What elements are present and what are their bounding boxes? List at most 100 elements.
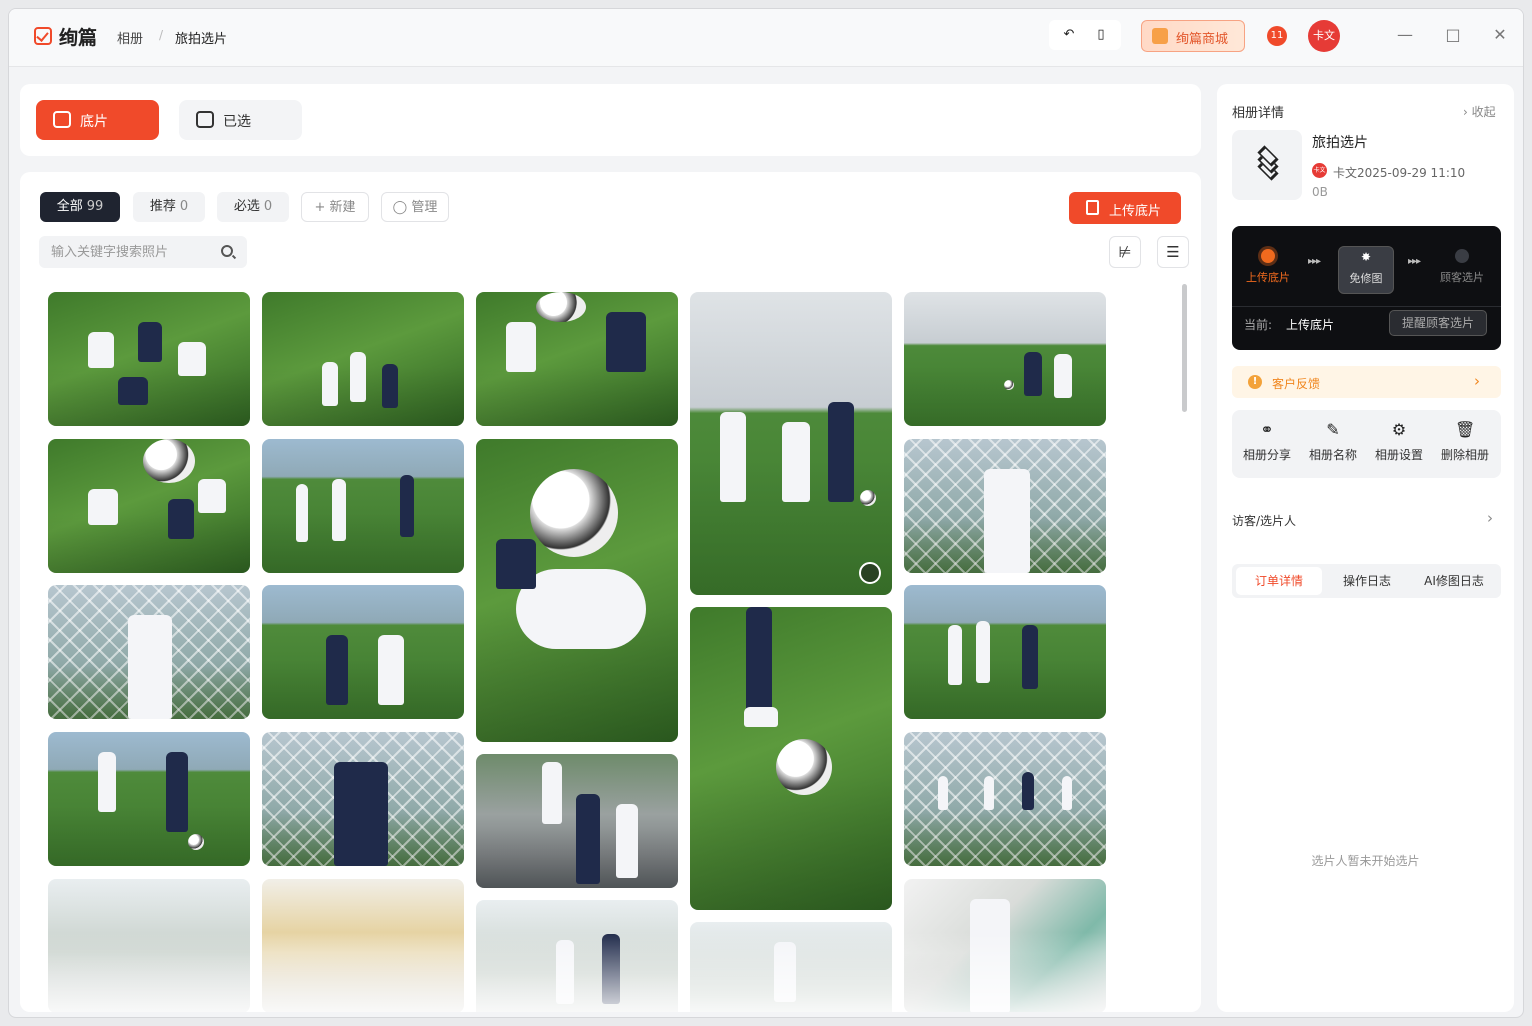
filter-recommended-label: 推荐 <box>149 199 176 214</box>
step-upload-label: 上传底片 <box>1246 271 1290 284</box>
plus-icon: + <box>314 200 330 215</box>
owner-avatar: 卡文 <box>1312 163 1327 178</box>
filter-recommended[interactable]: 推荐 0 <box>133 192 205 222</box>
tab-ai-retouch-log[interactable]: AI修图日志 <box>1411 567 1497 595</box>
step-customer-select-label: 顾客选片 <box>1440 271 1484 284</box>
search-box <box>39 236 247 268</box>
photo-thumbnail[interactable] <box>904 292 1106 426</box>
photo-thumbnail[interactable] <box>904 585 1106 719</box>
panel-title: 相册详情 <box>1232 106 1285 121</box>
photo-thumbnail[interactable] <box>904 439 1106 573</box>
chevron-right-icon[interactable]: › <box>1487 509 1493 527</box>
tab-operation-log[interactable]: 操作日志 <box>1324 567 1410 595</box>
upload-negatives-button[interactable]: 上传底片 <box>1069 192 1181 224</box>
customer-feedback-row[interactable]: ! 客户反馈 › <box>1232 366 1501 398</box>
filter-required-label: 必选 <box>233 199 260 214</box>
chevron-right-icon: › <box>1474 372 1480 390</box>
owner-time: 卡文2025-09-29 11:10 <box>1333 166 1466 180</box>
new-button[interactable]: + 新建 <box>301 192 369 222</box>
visitors-row[interactable]: 访客/选片人 <box>1232 512 1296 529</box>
filter-all-count: 99 <box>86 199 104 214</box>
photo-thumbnail[interactable] <box>48 732 250 866</box>
photo-thumbnail[interactable] <box>476 439 678 742</box>
album-actions: ⚭ 相册分享 ✎ 相册名称 ⚙ 相册设置 🗑 删除相册 <box>1232 410 1501 478</box>
user-avatar[interactable]: 卡文 <box>1308 20 1340 52</box>
delete-album-label: 删除相册 <box>1440 448 1489 462</box>
delete-album-button[interactable]: 🗑 删除相册 <box>1434 420 1496 470</box>
photo-thumbnail[interactable] <box>48 439 250 573</box>
step-arrow-icon: ▸▸▸ <box>1408 256 1421 267</box>
gear-icon: ⚙ <box>1391 420 1407 439</box>
filter-all-label: 全部 <box>56 199 83 214</box>
photo-thumbnail[interactable] <box>690 292 892 595</box>
search-input[interactable] <box>51 242 215 262</box>
album-size: 0B <box>1312 185 1328 199</box>
chevron-right-icon: › <box>1463 105 1472 119</box>
title-bar: 绚篇 相册 / 旅拍选片 ↶ ▯ 绚篇商城 11 卡文 — □ ✕ <box>9 9 1523 67</box>
maximize-icon[interactable]: □ <box>1441 23 1465 47</box>
filter-recommended-count: 0 <box>179 199 189 214</box>
photo-thumbnail[interactable] <box>476 754 678 888</box>
remind-customer-button[interactable]: 提醒顾客选片 <box>1389 310 1487 336</box>
step-dot-active <box>1261 249 1275 263</box>
divider <box>1232 306 1501 307</box>
filter-required-count: 0 <box>263 199 273 214</box>
new-button-label: 新建 <box>329 200 356 215</box>
mobile-icon[interactable]: ▯ <box>1092 26 1110 44</box>
mall-button-label: 绚篇商城 <box>1176 32 1229 47</box>
rename-album-button[interactable]: ✎ 相册名称 <box>1302 420 1364 470</box>
photo-thumbnail[interactable] <box>262 732 464 866</box>
album-name: 旅拍选片 <box>1312 135 1368 151</box>
photo-thumbnail[interactable] <box>690 607 892 910</box>
share-album-button[interactable]: ⚭ 相册分享 <box>1236 420 1298 470</box>
photo-thumbnail[interactable] <box>262 585 464 719</box>
search-icon[interactable] <box>221 245 233 257</box>
upload-button-label: 上传底片 <box>1109 204 1162 219</box>
rename-album-label: 相册名称 <box>1308 448 1357 462</box>
select-checkbox-icon[interactable] <box>859 562 881 584</box>
edit-icon: ✎ <box>1326 420 1340 439</box>
filter-all[interactable]: 全部 99 <box>40 192 120 222</box>
breadcrumb-separator: / <box>159 28 164 42</box>
detail-tabs: 订单详情 操作日志 AI修图日志 <box>1232 564 1501 598</box>
tab-negatives[interactable]: 底片 <box>36 100 159 140</box>
minimize-icon[interactable]: — <box>1393 23 1417 47</box>
manage-button-label: 管理 <box>411 200 438 215</box>
tab-negatives-label: 底片 <box>80 114 108 130</box>
notification-badge[interactable]: 11 <box>1267 26 1287 46</box>
app-name: 绚篇 <box>59 27 98 49</box>
layers-icon <box>1254 145 1282 181</box>
gallery-scrollbar[interactable] <box>1182 284 1187 412</box>
breadcrumb-albums[interactable]: 相册 <box>117 28 143 47</box>
view-tabs-card: 底片 已选 <box>20 84 1201 156</box>
photo-thumbnail[interactable] <box>48 292 250 426</box>
album-settings-button[interactable]: ⚙ 相册设置 <box>1368 420 1430 470</box>
tab-order-details[interactable]: 订单详情 <box>1236 567 1322 595</box>
filter-sort-icon[interactable]: ⊭ <box>1109 236 1141 268</box>
shop-icon <box>1152 28 1168 44</box>
workflow-status: 上传底片 ▸▸▸ ✸ 免修图 ▸▸▸ 顾客选片 当前: 上传底片 提醒顾客选片 <box>1232 226 1501 350</box>
step-no-retouch[interactable]: ✸ 免修图 <box>1338 246 1394 294</box>
step-customer-select: 顾客选片 <box>1434 246 1490 294</box>
toolbar-icon-group: ↶ ▯ <box>1049 20 1121 50</box>
menu-icon[interactable]: ☰ <box>1157 236 1189 268</box>
mall-button[interactable]: 绚篇商城 <box>1141 20 1245 52</box>
collapse-button[interactable]: › 收起 <box>1463 103 1496 120</box>
photo-thumbnail[interactable] <box>262 439 464 573</box>
step-no-retouch-label: 免修图 <box>1349 272 1383 285</box>
step-arrow-icon: ▸▸▸ <box>1308 256 1321 267</box>
album-detail-panel: 相册详情 › 收起 旅拍选片 卡文 卡文2025-09-29 11:10 0B … <box>1217 84 1514 1012</box>
photo-thumbnail[interactable] <box>904 732 1106 866</box>
manage-button[interactable]: ◯ 管理 <box>381 192 449 222</box>
current-label: 当前: <box>1244 318 1273 332</box>
headset-icon[interactable]: ↶ <box>1060 26 1078 44</box>
tab-selected[interactable]: 已选 <box>179 100 302 140</box>
share-album-label: 相册分享 <box>1242 448 1291 462</box>
close-icon[interactable]: ✕ <box>1488 23 1512 47</box>
album-cover <box>1232 130 1302 200</box>
filter-required[interactable]: 必选 0 <box>217 192 289 222</box>
photo-thumbnail[interactable] <box>476 292 678 426</box>
photo-thumbnail[interactable] <box>48 585 250 719</box>
photo-thumbnail[interactable] <box>262 292 464 426</box>
tab-selected-label: 已选 <box>223 114 251 130</box>
